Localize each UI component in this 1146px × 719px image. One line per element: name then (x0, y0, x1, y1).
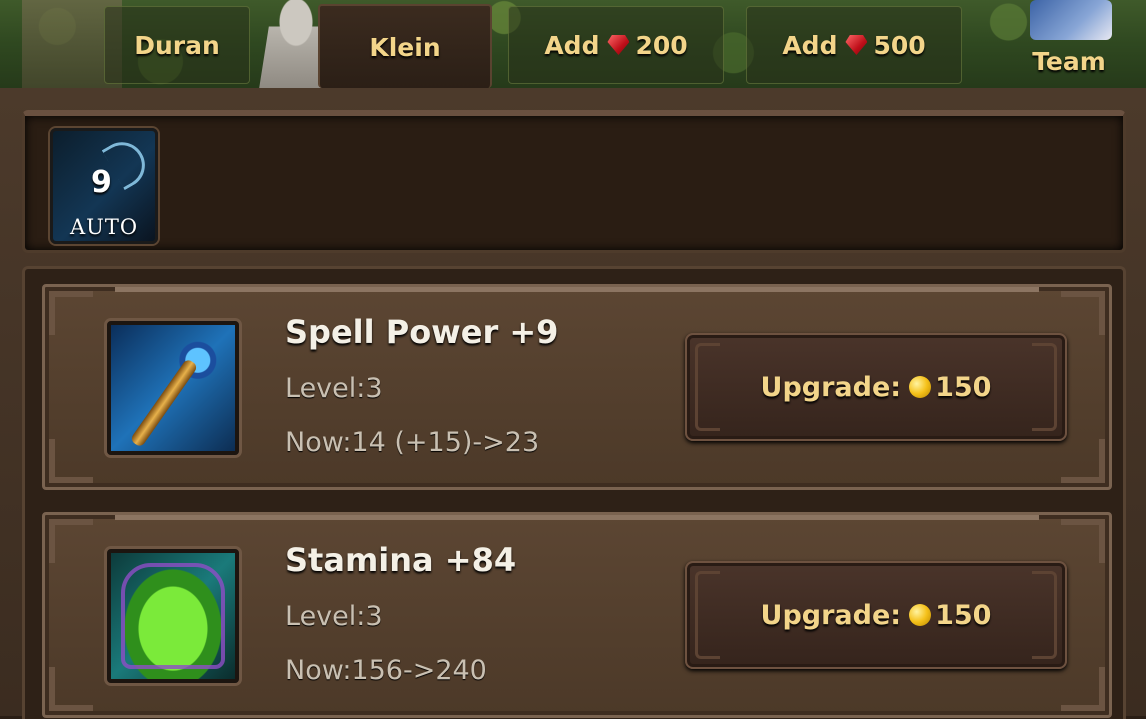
tab-duran[interactable]: Duran (104, 6, 250, 84)
upgrade-button[interactable]: Upgrade: 150 (685, 561, 1067, 669)
card-corner (49, 667, 93, 711)
item-level: Level:3 (285, 373, 383, 404)
tab-klein[interactable]: Klein (318, 4, 492, 88)
item-stats: Now:156->240 (285, 655, 487, 686)
gem-amount: 500 (873, 30, 926, 60)
staff-rod (129, 358, 199, 448)
team-label: Team (1032, 46, 1106, 76)
upgrade-card: Spell Power +9 Level:3 Now:14 (+15)->23 … (42, 284, 1112, 490)
staff-icon (107, 321, 239, 455)
upgrade-button[interactable]: Upgrade: 150 (685, 333, 1067, 441)
card-corner (49, 439, 93, 483)
coin-icon (909, 376, 932, 398)
card-corner (1061, 291, 1105, 335)
armor-icon (107, 549, 239, 683)
card-corner (1061, 439, 1105, 483)
add-500-gems-button[interactable]: Add 500 (746, 6, 962, 84)
gem-icon (607, 35, 630, 55)
auto-label: AUTO (69, 215, 139, 239)
item-name: Stamina +84 (285, 541, 517, 579)
item-stats: Now:14 (+15)->23 (285, 427, 540, 458)
upgrade-label: Upgrade: (760, 371, 902, 403)
auto-count: 9 (91, 165, 112, 200)
team-button[interactable]: Team (1020, 36, 1118, 86)
item-name: Spell Power +9 (285, 313, 559, 351)
add-label: Add (544, 30, 600, 60)
item-level: Level:3 (285, 601, 383, 632)
auto-skill-button[interactable]: 9 AUTO (50, 128, 158, 244)
upgrade-cost: 150 (935, 371, 992, 403)
card-corner (1061, 667, 1105, 711)
add-label: Add (782, 30, 838, 60)
card-corner (1061, 519, 1105, 563)
add-200-gems-button[interactable]: Add 200 (508, 6, 724, 84)
card-corner (49, 519, 93, 563)
gem-amount: 200 (635, 30, 688, 60)
hero-tab-bar: Duran Klein Add 200 Add 500 Team (0, 0, 1146, 88)
coin-icon (909, 604, 932, 626)
upgrade-cost: 150 (935, 599, 992, 631)
auto-skill-strip (22, 110, 1126, 253)
team-portrait-icon (1030, 0, 1112, 40)
upgrade-label: Upgrade: (760, 599, 902, 631)
upgrade-card: Stamina +84 Level:3 Now:156->240 Upgrade… (42, 512, 1112, 718)
card-corner (49, 291, 93, 335)
tab-label: Klein (369, 32, 441, 62)
armor-trim (121, 563, 225, 669)
tab-label: Duran (134, 30, 220, 60)
gem-icon (845, 35, 868, 55)
